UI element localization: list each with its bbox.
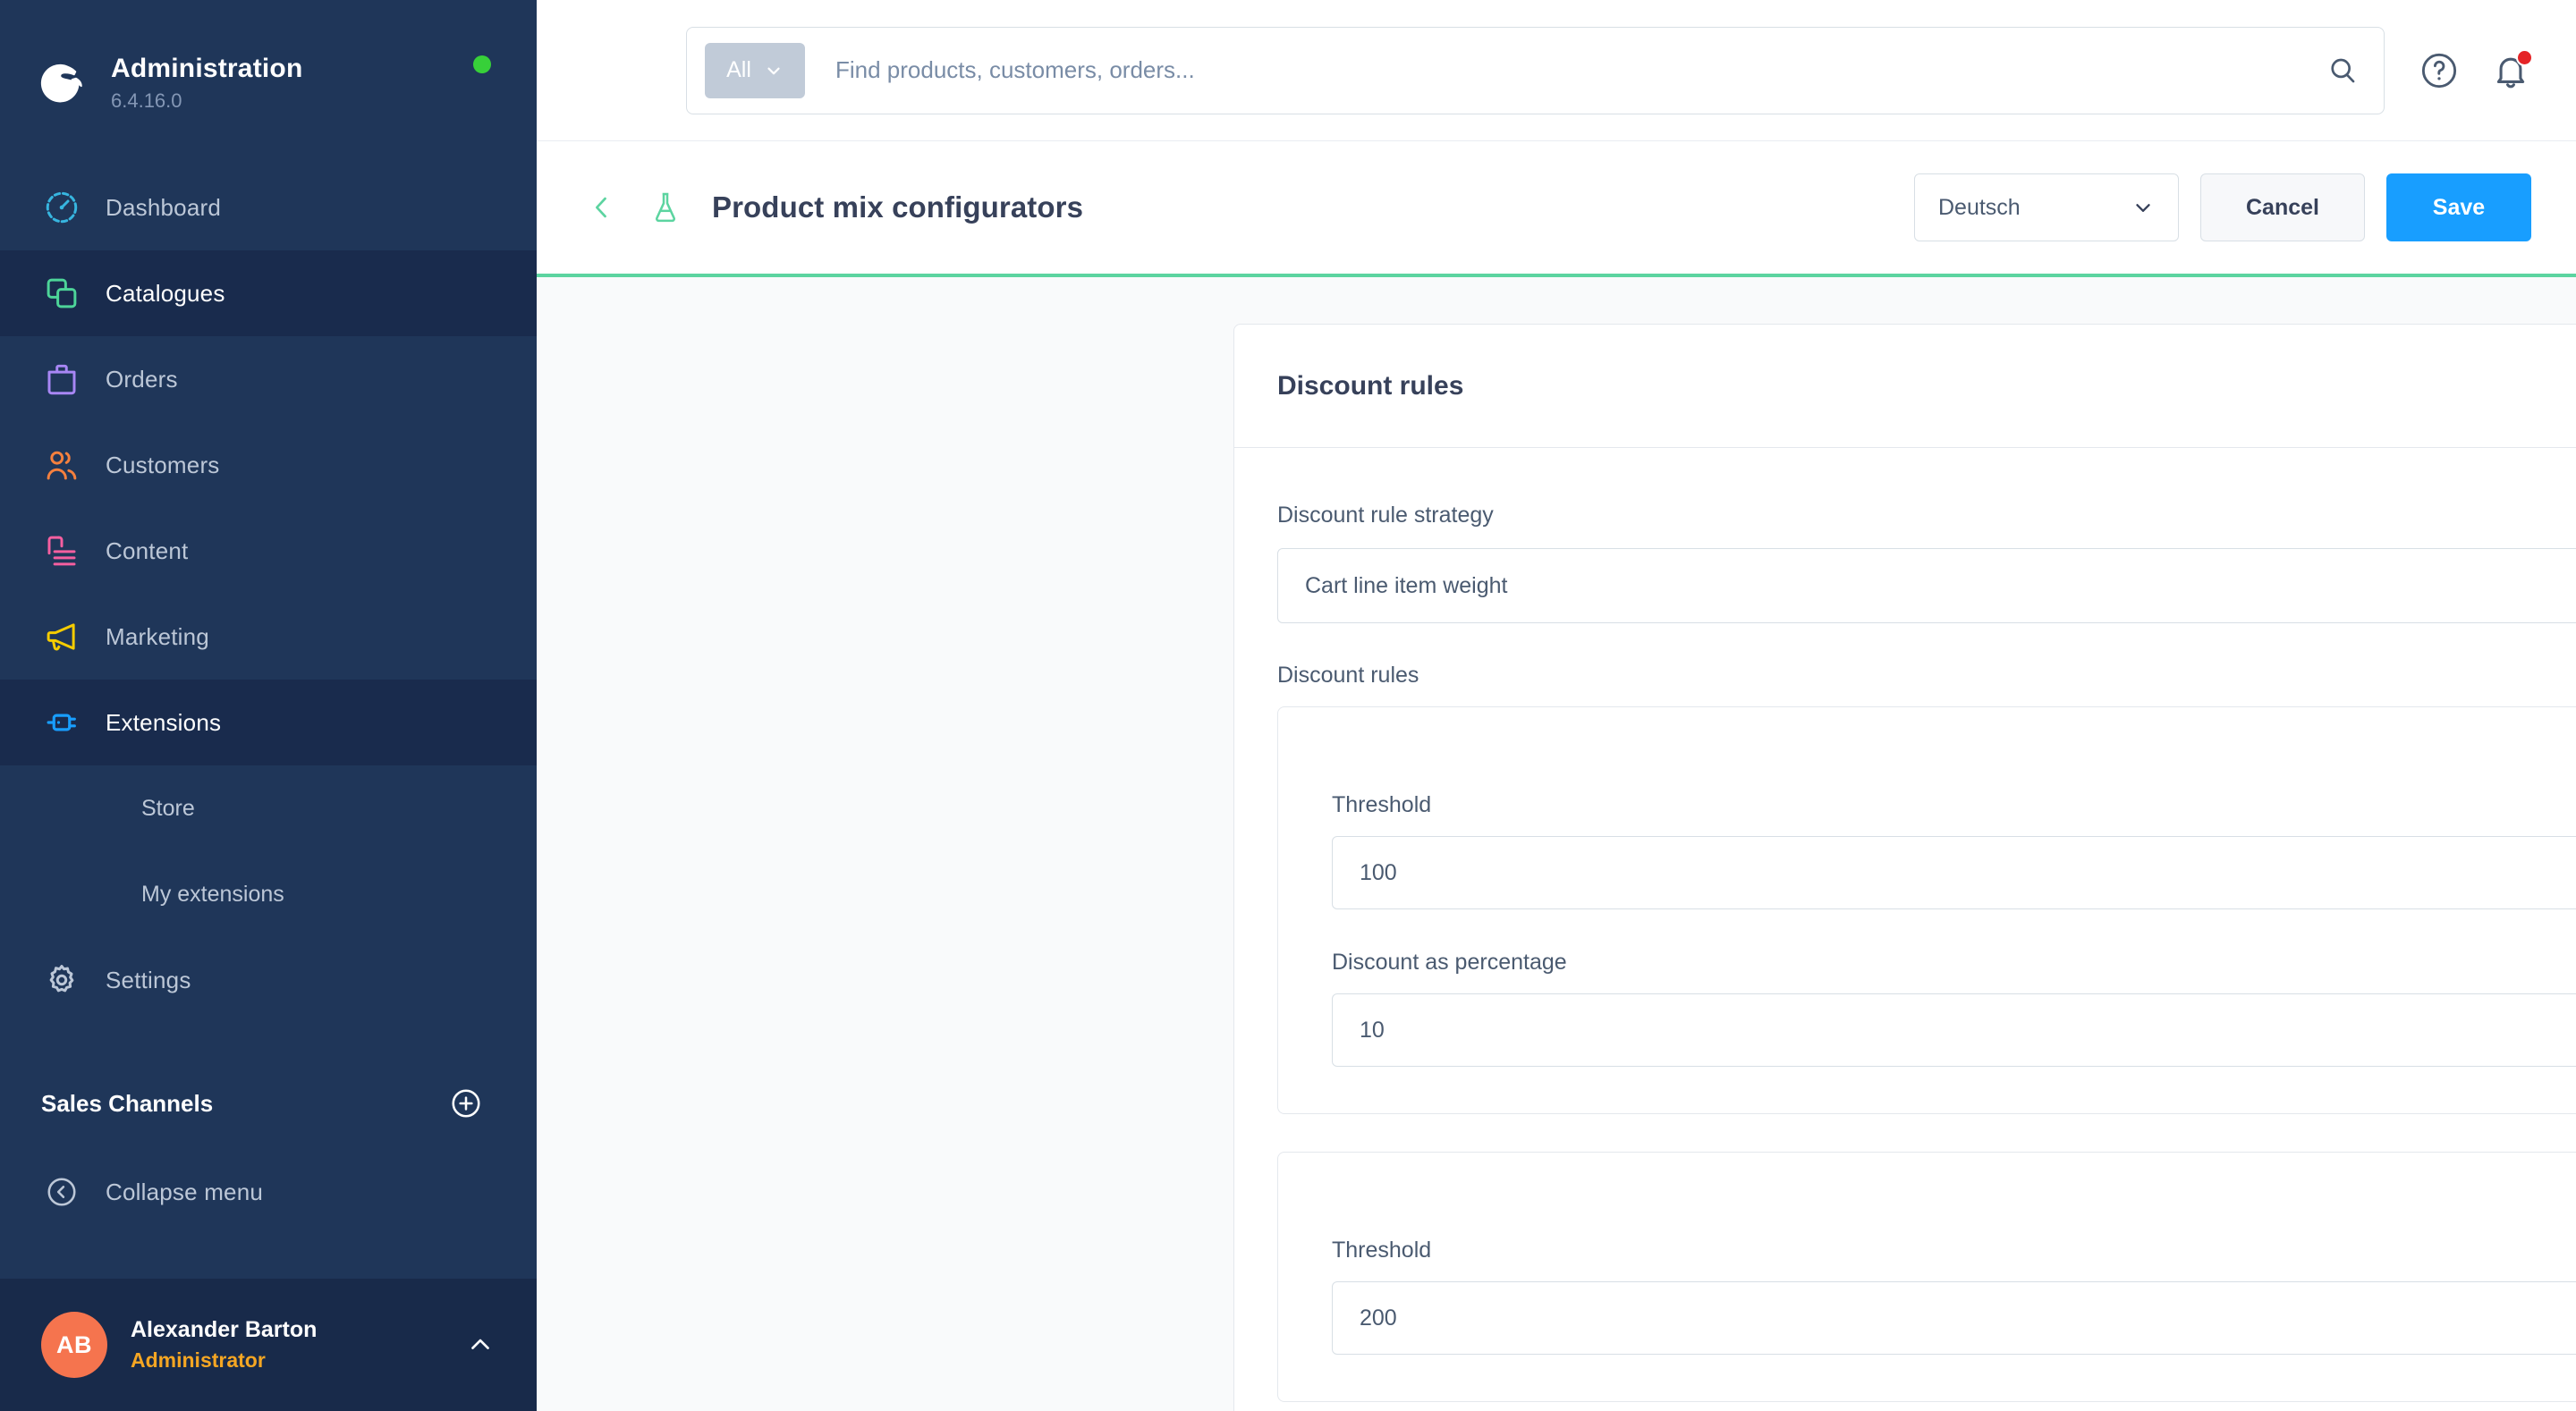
discount-rule-strategy-field: Discount rule strategy ? Cart line item … bbox=[1277, 500, 2576, 623]
sidebar-item-dashboard[interactable]: Dashboard bbox=[0, 165, 537, 250]
sales-channels-title: Sales Channels bbox=[41, 1089, 214, 1117]
language-select-value: Deutsch bbox=[1938, 194, 2021, 220]
discount-rule-item: Threshold ? 200 bbox=[1277, 1152, 2576, 1402]
catalogues-icon bbox=[41, 273, 82, 314]
dashboard-icon bbox=[41, 187, 82, 228]
sidebar-item-my-extensions[interactable]: My extensions bbox=[0, 851, 537, 937]
language-select[interactable]: Deutsch bbox=[1914, 173, 2179, 241]
profile-name: Alexander Barton bbox=[131, 1317, 318, 1343]
discount-percentage-field: Discount as percentage ? 10 bbox=[1332, 947, 2576, 1067]
topbar-icon-group bbox=[2419, 48, 2533, 91]
sidebar-item-label: Catalogues bbox=[106, 279, 225, 307]
rule-spacer bbox=[1332, 707, 2576, 790]
strategy-label-row: Discount rule strategy ? bbox=[1277, 500, 2576, 530]
chevron-down-icon bbox=[2131, 196, 2155, 219]
sidebar-item-label: Marketing bbox=[106, 622, 209, 650]
discount-rule-item: Threshold ? 100 Discount as percentage ?… bbox=[1277, 706, 2576, 1114]
page-header: Product mix configurators Deutsch Cancel… bbox=[537, 141, 2576, 277]
discount-percentage-label-row: Discount as percentage ? bbox=[1332, 947, 2576, 977]
sidebar-item-catalogues[interactable]: Catalogues bbox=[0, 250, 537, 336]
back-button[interactable] bbox=[587, 192, 617, 223]
user-profile[interactable]: AB Alexander Barton Administrator bbox=[0, 1279, 537, 1411]
discount-rules-card: Discount rules Discount rule strategy ? … bbox=[1233, 324, 2576, 1411]
threshold-label: Threshold bbox=[1332, 1237, 1432, 1263]
sidebar-item-customers[interactable]: Customers bbox=[0, 422, 537, 508]
global-search-bar: All bbox=[686, 26, 2385, 114]
plus-circle-icon[interactable] bbox=[449, 1086, 483, 1120]
page-title: Product mix configurators bbox=[712, 190, 1084, 224]
flask-icon bbox=[648, 190, 683, 225]
brand-header: Administration 6.4.16.0 bbox=[0, 0, 537, 134]
customers-icon bbox=[41, 444, 82, 486]
sidebar-item-store[interactable]: Store bbox=[0, 765, 537, 851]
sidebar-item-label: Content bbox=[106, 537, 189, 564]
collapse-menu-label: Collapse menu bbox=[106, 1178, 264, 1205]
threshold-field: Threshold ? 100 bbox=[1332, 790, 2576, 909]
strategy-label: Discount rule strategy bbox=[1277, 502, 1494, 528]
main-navigation: Dashboard Catalogues Orders Customers Co… bbox=[0, 165, 537, 1023]
discount-percentage-input[interactable]: 10 bbox=[1332, 993, 2576, 1067]
notification-badge bbox=[2516, 48, 2533, 66]
profile-role: Administrator bbox=[131, 1348, 266, 1372]
gear-icon bbox=[41, 959, 82, 1001]
strategy-select-value: Cart line item weight bbox=[1305, 572, 1508, 598]
sidebar-item-label: Dashboard bbox=[106, 193, 221, 221]
search-scope-label: All bbox=[726, 57, 751, 82]
threshold-label-row: Threshold ? bbox=[1332, 790, 2576, 820]
avatar: AB bbox=[41, 1312, 107, 1378]
sidebar-item-marketing[interactable]: Marketing bbox=[0, 594, 537, 680]
sidebar: Administration 6.4.16.0 Dashboard Catalo… bbox=[0, 0, 537, 1411]
help-circle-icon[interactable] bbox=[2419, 50, 2460, 91]
search-scope-dropdown[interactable]: All bbox=[705, 42, 805, 98]
chevron-down-icon bbox=[764, 61, 784, 80]
brand-title: Administration bbox=[111, 53, 303, 83]
bell-icon[interactable] bbox=[2490, 48, 2533, 91]
top-bar: All bbox=[537, 0, 2576, 141]
sidebar-item-content[interactable]: Content bbox=[0, 508, 537, 594]
sidebar-item-label: Customers bbox=[106, 451, 220, 478]
sidebar-item-extensions[interactable]: Extensions bbox=[0, 680, 537, 765]
sidebar-subitem-label: My extensions bbox=[141, 881, 284, 907]
status-dot bbox=[473, 55, 491, 73]
threshold-input[interactable]: 100 bbox=[1332, 836, 2576, 909]
discount-percentage-label: Discount as percentage bbox=[1332, 949, 1567, 975]
cancel-button[interactable]: Cancel bbox=[2200, 173, 2365, 241]
sidebar-item-orders[interactable]: Orders bbox=[0, 336, 537, 422]
sidebar-item-settings[interactable]: Settings bbox=[0, 937, 537, 1023]
marketing-megaphone-icon bbox=[41, 616, 82, 657]
sidebar-item-label: Extensions bbox=[106, 708, 222, 736]
card-body: Discount rule strategy ? Cart line item … bbox=[1234, 448, 2576, 1402]
chevron-left-circle-icon bbox=[41, 1171, 82, 1212]
search-icon[interactable] bbox=[2326, 55, 2359, 87]
page-header-actions: Deutsch Cancel Save bbox=[1914, 173, 2531, 241]
threshold-label-row: Threshold ? bbox=[1332, 1235, 2576, 1265]
orders-bag-icon bbox=[41, 359, 82, 400]
threshold-field: Threshold ? 200 bbox=[1332, 1235, 2576, 1355]
extensions-plug-icon bbox=[41, 702, 82, 743]
threshold-label: Threshold bbox=[1332, 791, 1432, 817]
card-header: Discount rules bbox=[1234, 325, 2576, 448]
rule-spacer bbox=[1332, 1153, 2576, 1235]
app-root: Administration 6.4.16.0 Dashboard Catalo… bbox=[0, 0, 2576, 1411]
main-area: All Find products, customers, orders... … bbox=[537, 0, 2576, 1411]
sidebar-subitem-label: Store bbox=[141, 795, 195, 821]
sidebar-item-label: Settings bbox=[106, 966, 191, 993]
threshold-input[interactable]: 200 bbox=[1332, 1281, 2576, 1355]
content-icon bbox=[41, 530, 82, 571]
content-area: Discount rules Discount rule strategy ? … bbox=[537, 277, 2576, 1411]
card-title: Discount rules bbox=[1277, 370, 1464, 401]
collapse-menu-button[interactable]: Collapse menu bbox=[0, 1149, 537, 1235]
search-input[interactable] bbox=[805, 56, 2326, 84]
strategy-select[interactable]: Cart line item weight bbox=[1277, 548, 2576, 623]
save-button[interactable]: Save bbox=[2386, 173, 2531, 241]
sales-channels-header: Sales Channels bbox=[0, 1060, 537, 1146]
brand-version: 6.4.16.0 bbox=[111, 89, 182, 112]
chevron-up-icon[interactable] bbox=[465, 1330, 496, 1360]
sidebar-item-label: Orders bbox=[106, 365, 178, 393]
shopware-logo-icon bbox=[34, 55, 89, 111]
discount-rules-list-label: Discount rules bbox=[1277, 663, 1419, 688]
